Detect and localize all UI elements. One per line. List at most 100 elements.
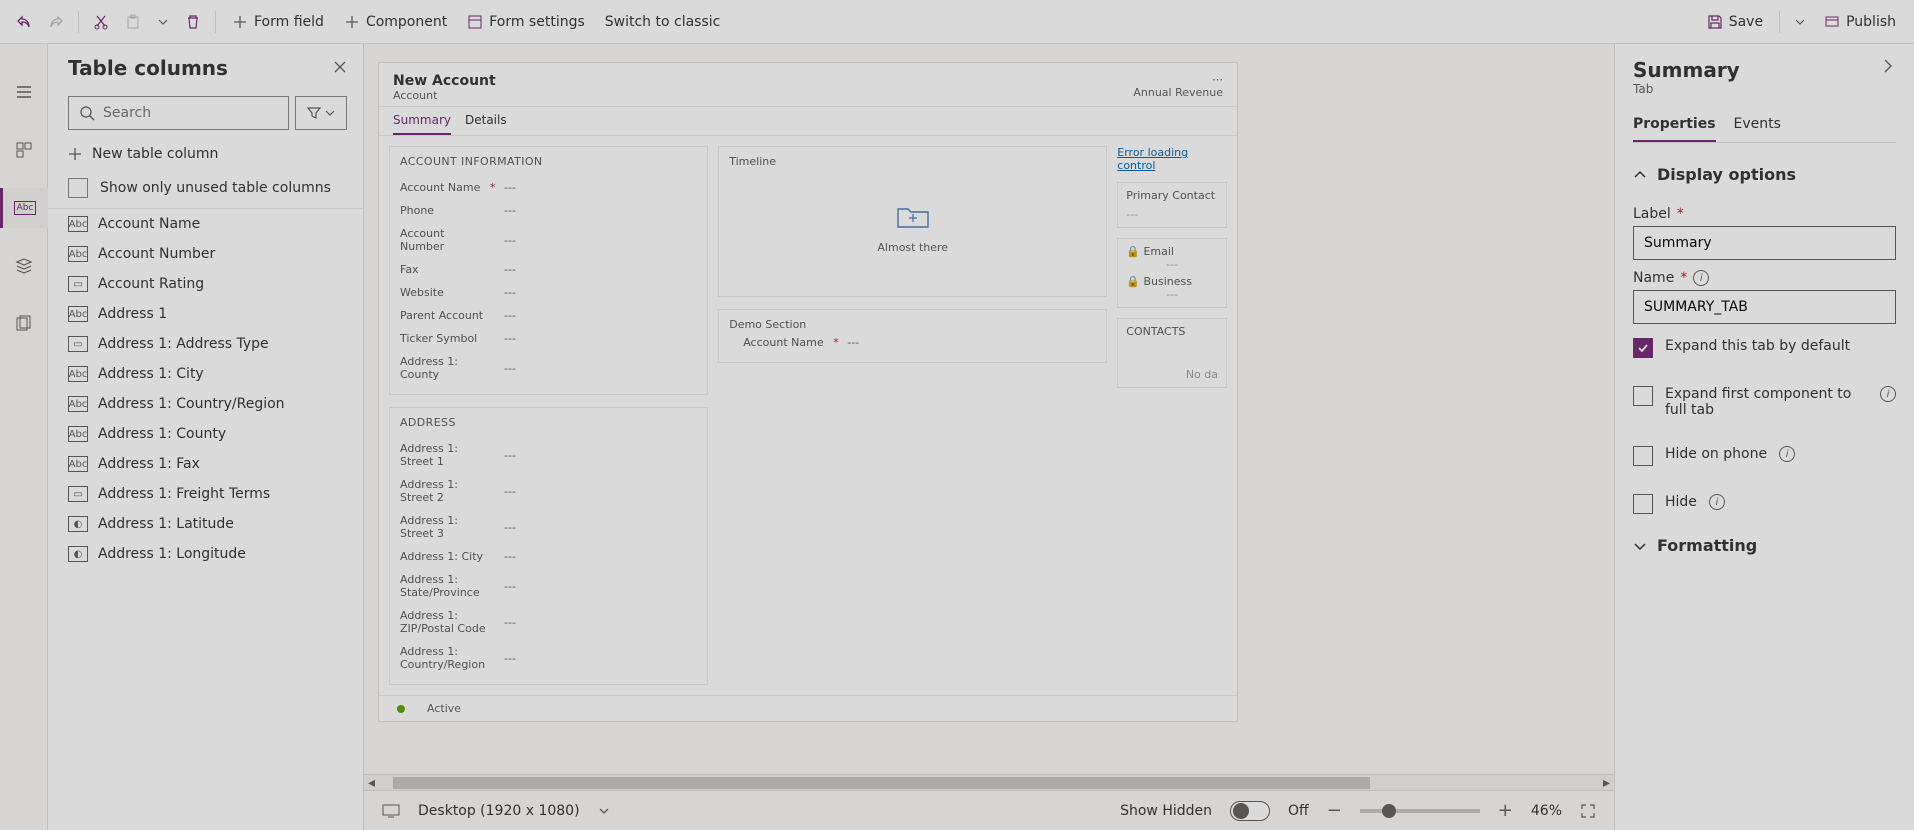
field-row[interactable]: Address 1: County--- xyxy=(400,350,697,386)
field-row[interactable]: Address 1: Street 2--- xyxy=(400,473,697,509)
filter-button[interactable] xyxy=(295,96,347,130)
column-label: Address 1 xyxy=(98,306,167,322)
field-row[interactable]: Phone--- xyxy=(400,199,697,222)
save-dropdown[interactable] xyxy=(1786,10,1814,34)
zoom-slider[interactable] xyxy=(1360,809,1480,813)
rail-hamburger[interactable] xyxy=(0,72,48,112)
new-table-column-button[interactable]: New table column xyxy=(48,140,363,168)
show-hidden-toggle[interactable] xyxy=(1230,801,1270,821)
chevron-down-icon[interactable] xyxy=(598,805,610,817)
expand-default-row[interactable]: Expand this tab by default xyxy=(1633,338,1896,358)
expand-pane-button[interactable] xyxy=(1880,58,1896,78)
add-component-button[interactable]: Component xyxy=(334,8,457,36)
field-row[interactable]: Parent Account--- xyxy=(400,304,697,327)
column-item[interactable]: AbcAccount Name xyxy=(48,209,363,239)
show-hidden-label: Show Hidden xyxy=(1120,803,1212,819)
hide-row[interactable]: Hide i xyxy=(1633,494,1896,514)
column-item[interactable]: AbcAccount Number xyxy=(48,239,363,269)
zoom-out[interactable]: − xyxy=(1327,800,1342,821)
column-item[interactable]: ▭Address 1: Freight Terms xyxy=(48,479,363,509)
rail-tree[interactable] xyxy=(0,246,48,286)
fit-to-screen-icon[interactable] xyxy=(1580,803,1596,819)
device-label[interactable]: Desktop (1920 x 1080) xyxy=(418,803,580,819)
hide-checkbox[interactable] xyxy=(1633,494,1653,514)
column-item[interactable]: AbcAddress 1: City xyxy=(48,359,363,389)
column-item[interactable]: ◐Address 1: Longitude xyxy=(48,539,363,569)
columns-list[interactable]: AbcAccount NameAbcAccount Number▭Account… xyxy=(48,208,363,830)
info-icon[interactable]: i xyxy=(1693,270,1709,286)
chevron-down-icon xyxy=(1633,539,1647,553)
rail-form-libraries[interactable] xyxy=(0,304,48,344)
column-item[interactable]: AbcAddress 1: County xyxy=(48,419,363,449)
field-row[interactable]: Address 1: City--- xyxy=(400,545,697,568)
hide-phone-row[interactable]: Hide on phone i xyxy=(1633,446,1896,466)
component-label: Component xyxy=(366,14,447,30)
abc-icon: Abc xyxy=(14,201,37,215)
field-row[interactable]: Account Number--- xyxy=(400,222,697,258)
header-more[interactable]: ⋯ xyxy=(1133,73,1223,86)
tab-properties[interactable]: Properties xyxy=(1633,108,1716,142)
info-icon[interactable]: i xyxy=(1880,386,1896,402)
field-row[interactable]: Fax--- xyxy=(400,258,697,281)
primary-contact-card[interactable]: Primary Contact --- xyxy=(1117,182,1227,228)
field-row[interactable]: Account Name * --- xyxy=(729,331,1096,354)
field-row[interactable]: Address 1: Country/Region--- xyxy=(400,640,697,676)
info-icon[interactable]: i xyxy=(1709,494,1725,510)
field-row[interactable]: Address 1: State/Province--- xyxy=(400,568,697,604)
label-input[interactable] xyxy=(1633,226,1896,260)
horizontal-scrollbar[interactable]: ◂ ▸ xyxy=(364,774,1614,790)
section-address[interactable]: ADDRESS Address 1: Street 1---Address 1:… xyxy=(389,407,708,685)
column-item[interactable]: ▭Account Rating xyxy=(48,269,363,299)
expand-first-row[interactable]: Expand first component to full tab i xyxy=(1633,386,1896,418)
section-account-info[interactable]: ACCOUNT INFORMATION Account Name*---Phon… xyxy=(389,146,708,395)
info-icon[interactable]: i xyxy=(1779,446,1795,462)
show-unused-checkbox[interactable] xyxy=(68,178,88,198)
column-item[interactable]: AbcAddress 1: Fax xyxy=(48,449,363,479)
contacts-card[interactable]: CONTACTS No da xyxy=(1117,318,1227,388)
field-row[interactable]: Account Name*--- xyxy=(400,176,697,199)
name-input[interactable] xyxy=(1633,290,1896,324)
paste-button[interactable] xyxy=(117,8,149,36)
search-input-wrapper[interactable] xyxy=(68,96,289,130)
redo-button[interactable] xyxy=(40,8,72,36)
save-button[interactable]: Save xyxy=(1697,8,1773,36)
rail-components[interactable] xyxy=(0,130,48,170)
cut-button[interactable] xyxy=(85,8,117,36)
close-columns-pane[interactable] xyxy=(333,59,347,78)
formatting-header[interactable]: Formatting xyxy=(1633,536,1896,555)
paste-dropdown[interactable] xyxy=(149,10,177,34)
show-unused-checkbox-row[interactable]: Show only unused table columns xyxy=(48,168,363,208)
rail-table-columns[interactable]: Abc xyxy=(0,188,48,228)
tab-events[interactable]: Events xyxy=(1734,108,1781,142)
add-form-field-button[interactable]: Form field xyxy=(222,8,334,36)
column-item[interactable]: ◐Address 1: Latitude xyxy=(48,509,363,539)
column-item[interactable]: ▭Address 1: Address Type xyxy=(48,329,363,359)
email-card[interactable]: 🔒 Email --- 🔒 Business --- xyxy=(1117,238,1227,308)
column-label: Account Name xyxy=(98,216,200,232)
section-timeline[interactable]: Timeline Almost there xyxy=(718,146,1107,297)
section-demo[interactable]: Demo Section Account Name * --- xyxy=(718,309,1107,363)
field-row[interactable]: Ticker Symbol--- xyxy=(400,327,697,350)
publish-button[interactable]: Publish xyxy=(1814,8,1906,36)
display-options-header[interactable]: Display options xyxy=(1633,165,1896,184)
expand-first-checkbox[interactable] xyxy=(1633,386,1653,406)
hide-phone-checkbox[interactable] xyxy=(1633,446,1653,466)
column-item[interactable]: AbcAddress 1 xyxy=(48,299,363,329)
field-row[interactable]: Address 1: Street 1--- xyxy=(400,437,697,473)
column-item[interactable]: AbcAddress 1: Country/Region xyxy=(48,389,363,419)
section-title: ACCOUNT INFORMATION xyxy=(400,155,697,168)
form-preview[interactable]: New Account Account ⋯ Annual Revenue Sum… xyxy=(378,62,1238,722)
field-row[interactable]: Website--- xyxy=(400,281,697,304)
search-input[interactable] xyxy=(103,105,278,121)
delete-button[interactable] xyxy=(177,8,209,36)
error-loading-link[interactable]: Error loading control xyxy=(1117,146,1227,172)
form-settings-button[interactable]: Form settings xyxy=(457,8,595,36)
tab-details[interactable]: Details xyxy=(465,107,507,135)
expand-default-checkbox[interactable] xyxy=(1633,338,1653,358)
tab-summary[interactable]: Summary xyxy=(393,107,451,135)
switch-to-classic-button[interactable]: Switch to classic xyxy=(595,8,731,36)
zoom-in[interactable]: + xyxy=(1498,800,1513,821)
field-row[interactable]: Address 1: Street 3--- xyxy=(400,509,697,545)
field-row[interactable]: Address 1: ZIP/Postal Code--- xyxy=(400,604,697,640)
undo-button[interactable] xyxy=(8,8,40,36)
